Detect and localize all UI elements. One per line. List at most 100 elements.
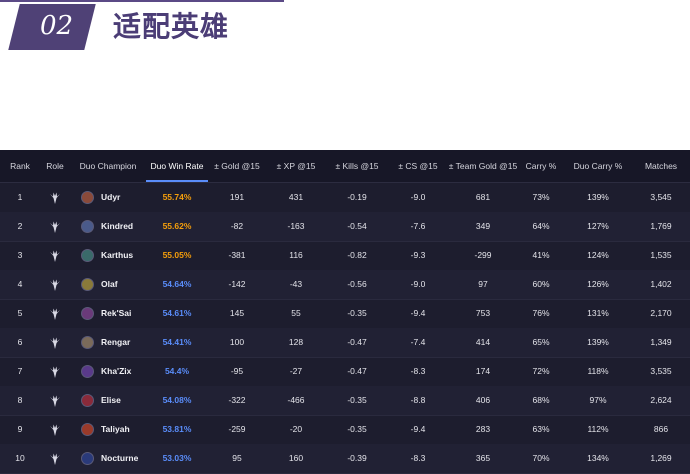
- cell-champion[interactable]: Karthus: [101, 241, 146, 270]
- cell-rank: 5: [17, 308, 23, 318]
- cell-cs: -7.4: [410, 337, 426, 347]
- cell-team-gold: 681: [475, 192, 491, 202]
- champion-portrait-icon: [81, 394, 94, 407]
- cell-win-rate: 53.03%: [162, 453, 192, 463]
- column-header-team-gold[interactable]: ± Team Gold @15: [448, 150, 518, 182]
- column-header-gold[interactable]: ± Gold @15: [208, 150, 266, 182]
- cell-team-gold: 174: [475, 366, 491, 376]
- cell-matches: 2,624: [650, 395, 672, 405]
- cell-carry: 68%: [532, 395, 550, 405]
- table-row[interactable]: 6 Rengar 54.41% 100 128 -0.47 -7.4 414 65% 139% 1,…: [0, 328, 690, 358]
- cell-gold: -322: [228, 395, 246, 405]
- cell-win-rate: 54.4%: [164, 366, 190, 376]
- cell-xp: 128: [288, 337, 304, 347]
- cell-duo-carry: 139%: [587, 192, 609, 202]
- cell-team-gold: 753: [475, 308, 491, 318]
- column-header-matches[interactable]: Matches: [632, 150, 690, 182]
- champion-portrait-icon: [81, 191, 94, 204]
- cell-champion[interactable]: Taliyah: [101, 415, 146, 444]
- cell-gold: 95: [232, 453, 242, 463]
- duo-champion-table: Rank Role Duo Champion Duo Win Rate ± Gold @…: [0, 150, 690, 474]
- cell-duo-carry: 127%: [587, 221, 609, 231]
- cell-xp: 55: [291, 308, 301, 318]
- table-header: Rank Role Duo Champion Duo Win Rate ± Gold @…: [0, 150, 690, 183]
- table-row[interactable]: 2 Kindred 55.62% -82 -163 -0.54 -7.6 349 64% 127%…: [0, 212, 690, 242]
- cell-rank: 2: [17, 221, 23, 231]
- champion-portrait-icon: [81, 365, 94, 378]
- table-row[interactable]: 9 Taliyah 53.81% -259 -20 -0.35 -9.4 283 63% 112%…: [0, 415, 690, 445]
- cell-carry: 41%: [532, 250, 550, 260]
- cell-cs: -9.3: [410, 250, 426, 260]
- column-header-win-rate[interactable]: Duo Win Rate: [146, 150, 208, 182]
- cell-rank: 3: [17, 250, 23, 260]
- column-header-rank[interactable]: Rank: [0, 150, 40, 182]
- cell-carry: 63%: [532, 424, 550, 434]
- cell-champion[interactable]: Nocturne: [101, 444, 146, 473]
- cell-matches: 1,402: [650, 279, 672, 289]
- cell-kills: -0.47: [347, 366, 367, 376]
- cell-xp: -466: [287, 395, 305, 405]
- table-row[interactable]: 8 Elise 54.08% -322 -466 -0.35 -8.8 406 68% 97% 2,…: [0, 386, 690, 416]
- cell-win-rate: 54.64%: [162, 279, 192, 289]
- cell-team-gold: 97: [478, 279, 488, 289]
- table-row[interactable]: 4 Olaf 54.64% -142 -43 -0.56 -9.0 97 60% 126% 1,40…: [0, 270, 690, 300]
- cell-gold: 145: [229, 308, 245, 318]
- cell-champion[interactable]: Kha'Zix: [101, 357, 146, 386]
- champion-portrait-icon: [81, 307, 94, 320]
- cell-champion[interactable]: Udyr: [101, 183, 146, 212]
- cell-xp: -43: [289, 279, 303, 289]
- cell-xp: 431: [288, 192, 304, 202]
- cell-xp: 160: [288, 453, 304, 463]
- cell-matches: 1,349: [650, 337, 672, 347]
- jungle-icon: [50, 453, 60, 465]
- cell-matches: 1,269: [650, 453, 672, 463]
- champion-portrait-icon: [81, 249, 94, 262]
- cell-rank: 9: [17, 424, 23, 434]
- table-row[interactable]: 1 Udyr 55.74% 191 431 -0.19 -9.0 681 73% 139% 3,54…: [0, 183, 690, 213]
- champion-portrait-icon: [81, 278, 94, 291]
- section-title: 适配英雄: [113, 10, 230, 43]
- cell-gold: -82: [230, 221, 244, 231]
- cell-win-rate: 55.74%: [162, 192, 192, 202]
- column-header-role[interactable]: Role: [40, 150, 70, 182]
- column-header-champion[interactable]: Duo Champion: [70, 150, 146, 182]
- table-row[interactable]: 5 Rek'Sai 54.61% 145 55 -0.35 -9.4 753 76% 131% 2,…: [0, 299, 690, 329]
- cell-win-rate: 54.61%: [162, 308, 192, 318]
- cell-team-gold: 365: [475, 453, 491, 463]
- cell-matches: 3,545: [650, 192, 672, 202]
- cell-team-gold: 283: [475, 424, 491, 434]
- cell-kills: -0.82: [347, 250, 367, 260]
- column-header-kills[interactable]: ± Kills @15: [326, 150, 388, 182]
- cell-kills: -0.35: [347, 395, 367, 405]
- cell-gold: -95: [230, 366, 244, 376]
- cell-kills: -0.54: [347, 221, 367, 231]
- cell-matches: 3,535: [650, 366, 672, 376]
- cell-kills: -0.39: [347, 453, 367, 463]
- column-header-duo-carry[interactable]: Duo Carry %: [564, 150, 632, 182]
- cell-champion[interactable]: Elise: [101, 386, 146, 415]
- jungle-icon: [50, 395, 60, 407]
- cell-team-gold: 414: [475, 337, 491, 347]
- cell-duo-carry: 131%: [587, 308, 609, 318]
- cell-carry: 64%: [532, 221, 550, 231]
- cell-duo-carry: 112%: [587, 424, 609, 434]
- cell-kills: -0.35: [347, 308, 367, 318]
- cell-duo-carry: 139%: [587, 337, 609, 347]
- cell-carry: 76%: [532, 308, 550, 318]
- cell-carry: 70%: [532, 453, 550, 463]
- cell-champion[interactable]: Rek'Sai: [101, 299, 146, 328]
- cell-xp: -20: [289, 424, 303, 434]
- cell-carry: 65%: [532, 337, 550, 347]
- table-row[interactable]: 3 Karthus 55.05% -381 116 -0.82 -9.3 -299 41% 124…: [0, 241, 690, 271]
- column-header-xp[interactable]: ± XP @15: [266, 150, 326, 182]
- champion-portrait-icon: [81, 452, 94, 465]
- cell-cs: -8.8: [410, 395, 426, 405]
- column-header-carry[interactable]: Carry %: [518, 150, 564, 182]
- table-row[interactable]: 7 Kha'Zix 54.4% -95 -27 -0.47 -8.3 174 72% 118% 3,…: [0, 357, 690, 387]
- column-header-cs[interactable]: ± CS @15: [388, 150, 448, 182]
- cell-cs: -7.6: [410, 221, 426, 231]
- cell-duo-carry: 124%: [587, 250, 609, 260]
- cell-champion[interactable]: Kindred: [101, 212, 146, 241]
- cell-champion[interactable]: Rengar: [101, 328, 146, 357]
- cell-champion[interactable]: Olaf: [101, 270, 146, 299]
